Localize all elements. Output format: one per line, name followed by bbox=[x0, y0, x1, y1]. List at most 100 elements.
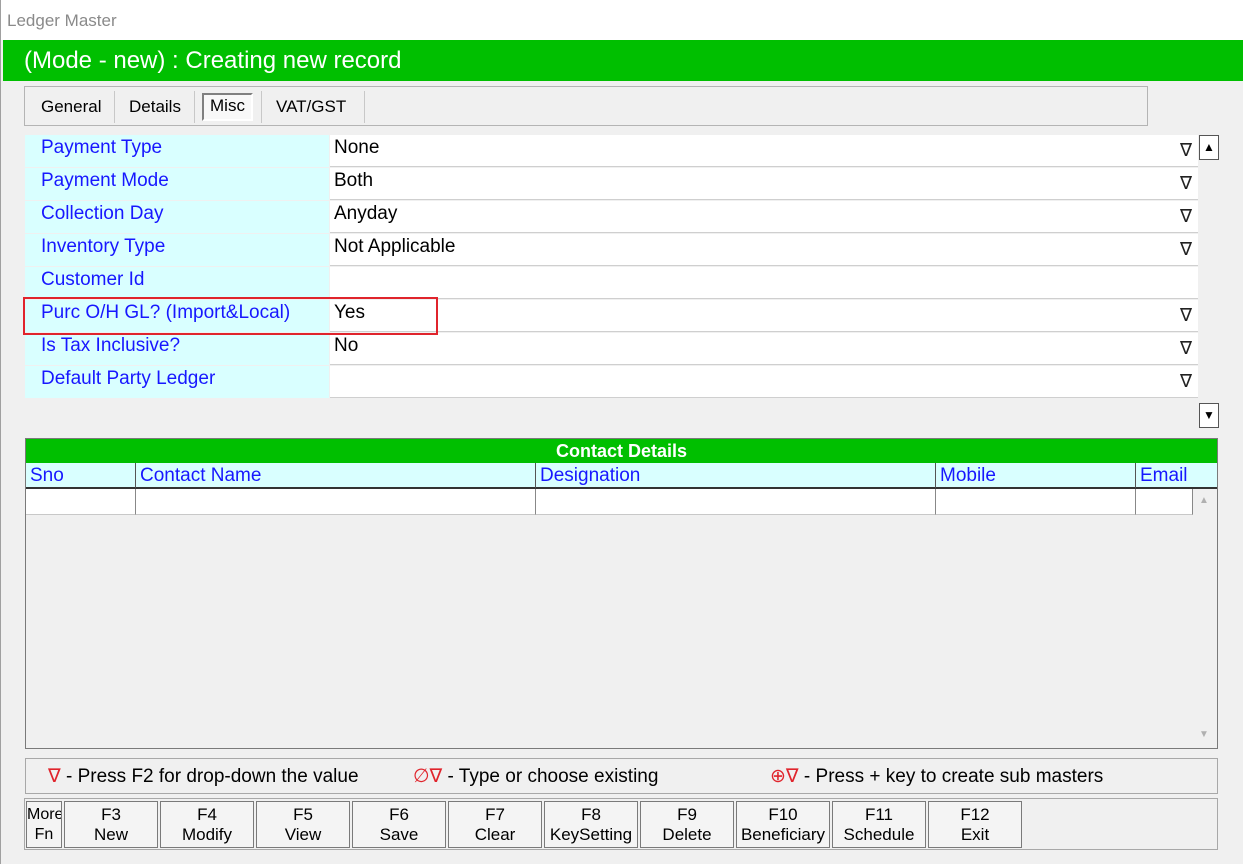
tab-vat-gst[interactable]: VAT/GST bbox=[276, 94, 346, 120]
tab-details[interactable]: Details bbox=[129, 94, 181, 120]
designation-cell[interactable] bbox=[536, 489, 936, 515]
column-header-mobile[interactable]: Mobile bbox=[936, 463, 1136, 489]
type-or-choose-icon: ∅∇ bbox=[413, 766, 443, 787]
fkey-label: Modify bbox=[181, 825, 233, 844]
sno-cell[interactable] bbox=[26, 489, 136, 515]
save-button[interactable]: F6 Save bbox=[352, 801, 446, 848]
fkey-name: F6 bbox=[389, 805, 409, 824]
legend-plus: ⊕∇ - Press + key to create sub masters bbox=[770, 765, 1103, 788]
mode-banner: (Mode - new) : Creating new record bbox=[3, 40, 1243, 81]
legend-type: ∅∇ - Type or choose existing bbox=[413, 765, 658, 788]
field-value: No bbox=[334, 335, 359, 356]
more-fn-button[interactable]: More Fn bbox=[26, 801, 62, 848]
mode-text: (Mode - new) : Creating new record bbox=[24, 47, 402, 74]
scroll-down-icon[interactable]: ▼ bbox=[1199, 729, 1209, 740]
fkey-name: More bbox=[27, 806, 62, 823]
legend-f2-text: - Press F2 for drop-down the value bbox=[60, 766, 359, 787]
window-title: Ledger Master bbox=[7, 11, 117, 30]
dropdown-icon[interactable]: ∇ bbox=[1180, 338, 1192, 359]
email-cell[interactable] bbox=[1136, 489, 1193, 515]
collection-day-select[interactable]: Anyday ∇ bbox=[330, 201, 1198, 233]
column-header-email[interactable]: Email bbox=[1136, 463, 1217, 489]
fkey-label: Fn bbox=[34, 826, 54, 843]
customer-id-input[interactable] bbox=[330, 267, 1198, 299]
clear-button[interactable]: F7 Clear bbox=[448, 801, 542, 848]
scroll-up-icon[interactable]: ▲ bbox=[1199, 495, 1209, 506]
mobile-cell[interactable] bbox=[936, 489, 1136, 515]
scroll-up-icon[interactable]: ▲ bbox=[1199, 135, 1219, 160]
dropdown-icon[interactable]: ∇ bbox=[1180, 371, 1192, 392]
tab-misc[interactable]: Misc bbox=[202, 93, 253, 121]
dropdown-icon[interactable]: ∇ bbox=[1180, 173, 1192, 194]
modify-button[interactable]: F4 Modify bbox=[160, 801, 254, 848]
schedule-button[interactable]: F11 Schedule bbox=[832, 801, 926, 848]
scroll-down-icon[interactable]: ▼ bbox=[1199, 403, 1219, 428]
payment-mode-select[interactable]: Both ∇ bbox=[330, 168, 1198, 200]
fkey-name: F3 bbox=[101, 805, 121, 824]
field-value: Not Applicable bbox=[334, 236, 456, 257]
column-header-designation[interactable]: Designation bbox=[536, 463, 936, 489]
delete-button[interactable]: F9 Delete bbox=[640, 801, 734, 848]
dropdown-icon[interactable]: ∇ bbox=[1180, 140, 1192, 161]
tab-divider bbox=[364, 91, 365, 123]
fkey-name: F8 bbox=[581, 805, 601, 824]
column-header-contact-name[interactable]: Contact Name bbox=[136, 463, 536, 489]
fkey-label: View bbox=[284, 825, 322, 844]
field-row-customer-id: Customer Id bbox=[25, 267, 1198, 300]
tab-bar: General Details Misc VAT/GST bbox=[24, 86, 1148, 126]
inventory-type-select[interactable]: Not Applicable ∇ bbox=[330, 234, 1198, 266]
create-sub-master-icon: ⊕∇ bbox=[770, 766, 799, 787]
contact-scrollbar[interactable]: ▲ ▼ bbox=[1193, 489, 1217, 748]
field-label: Customer Id bbox=[25, 267, 329, 299]
fkey-name: F4 bbox=[197, 805, 217, 824]
dropdown-icon: ∇ bbox=[48, 766, 61, 787]
fkey-label: Exit bbox=[960, 825, 990, 844]
field-row-collection-day: Collection Day Anyday ∇ bbox=[25, 201, 1198, 234]
field-row-default-party-ledger: Default Party Ledger ∇ bbox=[25, 366, 1198, 399]
function-key-bar: More Fn F3 New F4 Modify F5 View F6 Save F7 Cl… bbox=[24, 798, 1218, 850]
field-label: Payment Type bbox=[25, 135, 329, 167]
dropdown-icon[interactable]: ∇ bbox=[1180, 305, 1192, 326]
ledger-master-window: Ledger Master (Mode - new) : Creating ne… bbox=[0, 0, 1246, 864]
beneficiary-button[interactable]: F10 Beneficiary bbox=[736, 801, 830, 848]
field-label: Payment Mode bbox=[25, 168, 329, 200]
fkey-name: F10 bbox=[768, 805, 798, 824]
view-button[interactable]: F5 View bbox=[256, 801, 350, 848]
field-row-inventory-type: Inventory Type Not Applicable ∇ bbox=[25, 234, 1198, 267]
legend-f2: ∇ - Press F2 for drop-down the value bbox=[48, 765, 359, 788]
payment-type-select[interactable]: None ∇ bbox=[330, 135, 1198, 167]
grid-scrollbar[interactable]: ▲ ▼ bbox=[1198, 135, 1220, 428]
field-label: Collection Day bbox=[25, 201, 329, 233]
fkey-label: Delete bbox=[662, 825, 712, 844]
fkey-name: F5 bbox=[293, 805, 313, 824]
fkey-label: KeySetting bbox=[549, 825, 633, 844]
field-value: None bbox=[334, 137, 380, 158]
field-row-payment-mode: Payment Mode Both ∇ bbox=[25, 168, 1198, 201]
new-button[interactable]: F3 New bbox=[64, 801, 158, 848]
fkey-name: F12 bbox=[960, 805, 990, 824]
title-bar: Ledger Master bbox=[1, 0, 1246, 40]
field-label: Default Party Ledger bbox=[25, 366, 329, 398]
dropdown-icon[interactable]: ∇ bbox=[1180, 239, 1192, 260]
field-value: Both bbox=[334, 170, 374, 191]
tab-general[interactable]: General bbox=[41, 94, 101, 120]
fkey-label: New bbox=[93, 825, 128, 844]
exit-button[interactable]: F12 Exit bbox=[928, 801, 1022, 848]
fkey-label: Save bbox=[379, 825, 419, 844]
dropdown-icon[interactable]: ∇ bbox=[1180, 206, 1192, 227]
tax-inclusive-select[interactable]: No ∇ bbox=[330, 333, 1198, 365]
fkey-name: F11 bbox=[864, 805, 894, 824]
misc-property-grid: Payment Type None ∇ Payment Mode Both ∇ … bbox=[25, 135, 1198, 399]
fkey-name: F9 bbox=[677, 805, 697, 824]
fkey-label: Schedule bbox=[843, 825, 915, 844]
column-header-sno[interactable]: Sno bbox=[26, 463, 136, 489]
default-party-ledger-select[interactable]: ∇ bbox=[330, 366, 1198, 398]
legend-plus-text: - Press + key to create sub masters bbox=[798, 766, 1104, 787]
fkey-label: Beneficiary bbox=[740, 825, 826, 844]
field-row-payment-type: Payment Type None ∇ bbox=[25, 135, 1198, 168]
purc-oh-gl-select[interactable]: Yes ∇ bbox=[330, 300, 1198, 332]
fkey-name: F7 bbox=[485, 805, 505, 824]
legend-type-text: - Type or choose existing bbox=[442, 766, 659, 787]
contact-name-cell[interactable] bbox=[136, 489, 536, 515]
key-setting-button[interactable]: F8 KeySetting bbox=[544, 801, 638, 848]
